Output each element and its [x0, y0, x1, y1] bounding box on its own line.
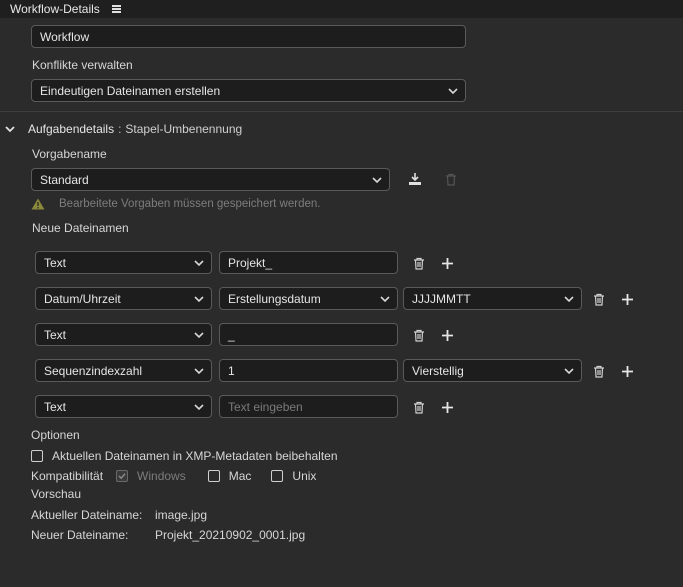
plus-icon[interactable] — [440, 256, 454, 270]
new-filename-label: Neuer Dateiname: — [31, 528, 129, 542]
preview-label: Vorschau — [31, 487, 82, 501]
name-part-text-placeholder: Text eingeben — [228, 399, 303, 414]
chevron-down-icon — [380, 295, 390, 302]
name-part-text-value: _ — [228, 327, 235, 342]
unix-option[interactable]: Unix — [271, 469, 316, 483]
task-details-separator: : — [118, 122, 122, 136]
date-option-select[interactable]: Erstellungsdatum — [219, 287, 398, 310]
hamburger-icon[interactable] — [111, 5, 121, 13]
divider — [0, 111, 683, 112]
warning-icon — [31, 198, 45, 210]
name-part-text-input[interactable]: Text eingeben — [219, 395, 398, 418]
date-option-value: Erstellungsdatum — [228, 291, 321, 306]
compatibility-label: Kompatibilität — [31, 469, 104, 483]
chevron-down-icon — [5, 126, 15, 133]
conflicts-select-value: Eindeutigen Dateinamen erstellen — [40, 83, 221, 98]
new-names-label: Neue Dateinamen — [32, 221, 129, 235]
chevron-down-icon — [564, 367, 574, 374]
chevron-down-icon — [448, 87, 458, 94]
plus-icon[interactable] — [620, 364, 634, 378]
keep-xmp-checkbox[interactable] — [31, 450, 43, 462]
windows-option: Windows — [116, 469, 186, 483]
workflow-name-input[interactable]: Workflow — [31, 25, 466, 48]
trash-icon[interactable] — [412, 328, 426, 342]
plus-icon[interactable] — [620, 292, 634, 306]
name-part-type-select[interactable]: Sequenzindexzahl — [35, 359, 212, 382]
name-part-text-value: Projekt_ — [228, 255, 273, 270]
preset-warning: Bearbeitete Vorgaben müssen gespeichert … — [31, 198, 320, 210]
keep-xmp-option[interactable]: Aktuellen Dateinamen in XMP-Metadaten be… — [31, 449, 338, 463]
plus-icon[interactable] — [440, 328, 454, 342]
chevron-down-icon — [564, 295, 574, 302]
sequence-digits-select[interactable]: Vierstellig — [403, 359, 582, 382]
preset-select-value: Standard — [40, 172, 89, 187]
trash-icon[interactable] — [444, 172, 458, 186]
name-part-type-select[interactable]: Datum/Uhrzeit — [35, 287, 212, 310]
workflow-name-value: Workflow — [40, 29, 90, 44]
current-filename-label: Aktueller Dateiname: — [31, 508, 143, 522]
name-part-type-select[interactable]: Text — [35, 251, 212, 274]
windows-label: Windows — [137, 469, 186, 483]
plus-icon[interactable] — [440, 400, 454, 414]
mac-checkbox[interactable] — [207, 470, 220, 482]
name-part-type-value: Sequenzindexzahl — [44, 363, 143, 378]
windows-checkbox — [116, 470, 129, 482]
preset-label: Vorgabename — [32, 147, 107, 161]
name-part-type-value: Datum/Uhrzeit — [44, 291, 121, 306]
chevron-down-icon — [194, 259, 204, 266]
chevron-down-icon — [372, 176, 382, 183]
task-details-toggle[interactable]: Aufgabendetails : Stapel-Umbenennung — [4, 122, 242, 136]
name-part-type-value: Text — [44, 327, 67, 342]
keep-xmp-label: Aktuellen Dateinamen in XMP-Metadaten be… — [52, 449, 338, 463]
unix-label: Unix — [292, 469, 317, 483]
preset-select[interactable]: Standard — [31, 168, 390, 191]
mac-label: Mac — [228, 469, 252, 483]
chevron-down-icon — [194, 331, 204, 338]
date-format-select[interactable]: JJJJMMTT — [403, 287, 582, 310]
conflicts-label: Konflikte verwalten — [32, 58, 133, 72]
name-part-type-select[interactable]: Text — [35, 395, 212, 418]
trash-icon[interactable] — [592, 292, 606, 306]
panel-header: Workflow-Details — [0, 0, 683, 18]
name-part-type-value: Text — [44, 255, 67, 270]
save-preset-icon[interactable] — [408, 172, 422, 186]
chevron-down-icon — [194, 367, 204, 374]
sequence-start-value: 1 — [228, 363, 235, 378]
mac-option[interactable]: Mac — [207, 469, 252, 483]
conflicts-select[interactable]: Eindeutigen Dateinamen erstellen — [31, 79, 466, 102]
name-part-text-input[interactable]: _ — [219, 323, 398, 346]
unix-checkbox[interactable] — [271, 470, 284, 482]
sequence-digits-value: Vierstellig — [412, 363, 464, 378]
chevron-down-icon — [194, 295, 204, 302]
current-filename-value: image.jpg — [155, 508, 208, 522]
new-filename-value: Projekt_20210902_0001.jpg — [155, 528, 306, 542]
checkmark-icon — [118, 473, 126, 480]
trash-icon[interactable] — [592, 364, 606, 378]
panel-title: Workflow-Details — [10, 2, 100, 16]
options-label: Optionen — [31, 428, 80, 442]
name-part-type-value: Text — [44, 399, 67, 414]
preset-warning-text: Bearbeitete Vorgaben müssen gespeichert … — [59, 198, 321, 210]
compatibility-row: Kompatibilität Windows Mac Unix — [31, 469, 316, 483]
trash-icon[interactable] — [412, 256, 426, 270]
name-part-text-input[interactable]: Projekt_ — [219, 251, 398, 274]
date-format-value: JJJJMMTT — [412, 291, 471, 306]
task-details-title: Aufgabendetails — [28, 122, 115, 136]
task-type: Stapel-Umbenennung — [125, 122, 243, 136]
trash-icon[interactable] — [412, 400, 426, 414]
chevron-down-icon — [194, 403, 204, 410]
sequence-start-input[interactable]: 1 — [219, 359, 398, 382]
name-part-type-select[interactable]: Text — [35, 323, 212, 346]
